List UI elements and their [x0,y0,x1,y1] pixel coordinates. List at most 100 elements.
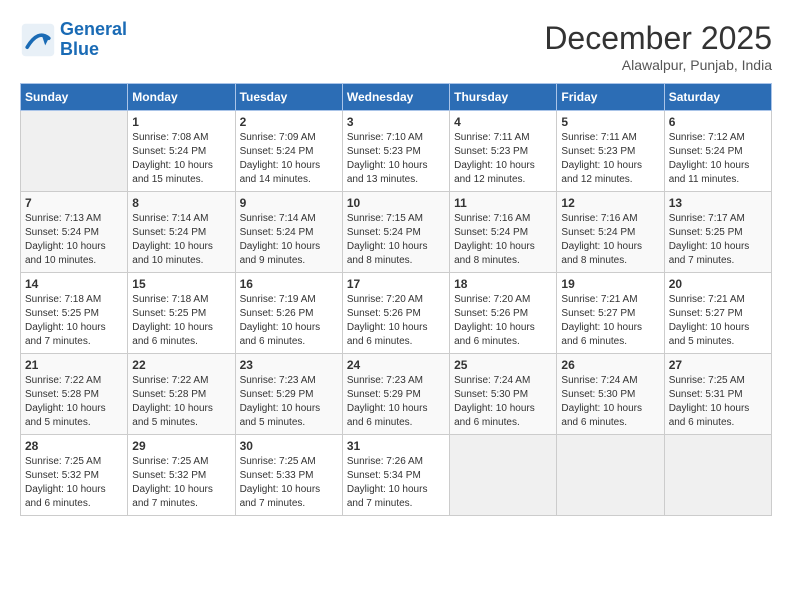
day-number: 4 [454,115,552,129]
day-number: 31 [347,439,445,453]
calendar-cell: 13Sunrise: 7:17 AM Sunset: 5:25 PM Dayli… [664,192,771,273]
calendar-cell: 14Sunrise: 7:18 AM Sunset: 5:25 PM Dayli… [21,273,128,354]
calendar-cell: 22 Sunrise: 7:22 AM Sunset: 5:28 PM Dayli… [128,354,235,435]
calendar-week-3: 14Sunrise: 7:18 AM Sunset: 5:25 PM Dayli… [21,273,772,354]
calendar-cell: 17 Sunrise: 7:20 AM Sunset: 5:26 PM Dayli… [342,273,449,354]
day-info: Sunrise: 7:09 AM Sunset: 5:24 PM Dayligh… [240,131,338,187]
calendar-cell: 27 Sunrise: 7:25 AM Sunset: 5:31 PM Dayli… [664,354,771,435]
day-number: 22 [132,358,230,372]
calendar-cell: 20Sunrise: 7:21 AM Sunset: 5:27 PM Dayli… [664,273,771,354]
calendar-cell: 28Sunrise: 7:25 AM Sunset: 5:32 PM Dayli… [21,435,128,516]
day-info: Sunrise: 7:25 AM Sunset: 5:31 PM Dayligh… [669,374,767,430]
day-info: Sunrise: 7:12 AM Sunset: 5:24 PM Dayligh… [669,131,767,187]
day-info: Sunrise: 7:25 AM Sunset: 5:32 PM Dayligh… [132,455,230,511]
day-info: Sunrise: 7:23 AM Sunset: 5:29 PM Dayligh… [240,374,338,430]
day-number: 11 [454,196,552,210]
day-info: Sunrise: 7:16 AM Sunset: 5:24 PM Dayligh… [561,212,659,268]
calendar-week-4: 21Sunrise: 7:22 AM Sunset: 5:28 PM Dayli… [21,354,772,435]
calendar-cell: 26 Sunrise: 7:24 AM Sunset: 5:30 PM Dayli… [557,354,664,435]
day-info: Sunrise: 7:20 AM Sunset: 5:26 PM Dayligh… [347,293,445,349]
calendar-cell: 9Sunrise: 7:14 AM Sunset: 5:24 PM Daylig… [235,192,342,273]
header-monday: Monday [128,84,235,111]
day-info: Sunrise: 7:14 AM Sunset: 5:24 PM Dayligh… [132,212,230,268]
day-info: Sunrise: 7:18 AM Sunset: 5:25 PM Dayligh… [132,293,230,349]
calendar-header: Sunday Monday Tuesday Wednesday Thursday… [21,84,772,111]
day-number: 1 [132,115,230,129]
day-number: 13 [669,196,767,210]
day-number: 3 [347,115,445,129]
logo: General Blue [20,20,127,60]
logo-line2: Blue [60,39,99,59]
day-info: Sunrise: 7:10 AM Sunset: 5:23 PM Dayligh… [347,131,445,187]
header-tuesday: Tuesday [235,84,342,111]
day-number: 18 [454,277,552,291]
calendar-cell [557,435,664,516]
day-info: Sunrise: 7:24 AM Sunset: 5:30 PM Dayligh… [561,374,659,430]
logo-line1: General [60,19,127,39]
calendar-table: Sunday Monday Tuesday Wednesday Thursday… [20,83,772,516]
day-number: 26 [561,358,659,372]
day-number: 23 [240,358,338,372]
day-number: 16 [240,277,338,291]
day-info: Sunrise: 7:11 AM Sunset: 5:23 PM Dayligh… [454,131,552,187]
calendar-cell: 3 Sunrise: 7:10 AM Sunset: 5:23 PM Daylig… [342,111,449,192]
day-number: 5 [561,115,659,129]
day-number: 9 [240,196,338,210]
day-info: Sunrise: 7:19 AM Sunset: 5:26 PM Dayligh… [240,293,338,349]
day-info: Sunrise: 7:22 AM Sunset: 5:28 PM Dayligh… [25,374,123,430]
day-number: 7 [25,196,123,210]
calendar-cell: 1Sunrise: 7:08 AM Sunset: 5:24 PM Daylig… [128,111,235,192]
day-number: 25 [454,358,552,372]
header-sunday: Sunday [21,84,128,111]
day-info: Sunrise: 7:15 AM Sunset: 5:24 PM Dayligh… [347,212,445,268]
day-number: 8 [132,196,230,210]
page-header: General Blue December 2025 Alawalpur, Pu… [20,20,772,73]
day-info: Sunrise: 7:22 AM Sunset: 5:28 PM Dayligh… [132,374,230,430]
calendar-cell [664,435,771,516]
header-thursday: Thursday [450,84,557,111]
calendar-cell: 12 Sunrise: 7:16 AM Sunset: 5:24 PM Dayli… [557,192,664,273]
day-number: 27 [669,358,767,372]
day-info: Sunrise: 7:21 AM Sunset: 5:27 PM Dayligh… [669,293,767,349]
day-number: 28 [25,439,123,453]
calendar-cell: 16 Sunrise: 7:19 AM Sunset: 5:26 PM Dayli… [235,273,342,354]
calendar-cell: 6Sunrise: 7:12 AM Sunset: 5:24 PM Daylig… [664,111,771,192]
calendar-week-5: 28 Sunrise: 7:25 AM Sunset: 5:32 PM Dayli… [21,435,772,516]
calendar-cell [450,435,557,516]
title-block: December 2025 Alawalpur, Punjab, India [544,20,772,73]
day-info: Sunrise: 7:13 AM Sunset: 5:24 PM Dayligh… [25,212,123,268]
day-number: 19 [561,277,659,291]
calendar-cell: 2 Sunrise: 7:09 AM Sunset: 5:24 PM Daylig… [235,111,342,192]
location: Alawalpur, Punjab, India [544,57,772,73]
day-number: 2 [240,115,338,129]
logo-text: General Blue [60,20,127,60]
day-info: Sunrise: 7:18 AM Sunset: 5:25 PM Dayligh… [25,293,123,349]
day-info: Sunrise: 7:20 AM Sunset: 5:26 PM Dayligh… [454,293,552,349]
day-info: Sunrise: 7:16 AM Sunset: 5:24 PM Dayligh… [454,212,552,268]
calendar-cell: 10Sunrise: 7:15 AM Sunset: 5:24 PM Dayli… [342,192,449,273]
calendar-cell: 31Sunrise: 7:26 AM Sunset: 5:34 PM Dayli… [342,435,449,516]
day-info: Sunrise: 7:21 AM Sunset: 5:27 PM Dayligh… [561,293,659,349]
logo-icon [20,22,56,58]
calendar-cell: 15 Sunrise: 7:18 AM Sunset: 5:25 PM Dayli… [128,273,235,354]
day-number: 15 [132,277,230,291]
calendar-week-1: 1Sunrise: 7:08 AM Sunset: 5:24 PM Daylig… [21,111,772,192]
day-number: 17 [347,277,445,291]
calendar-cell: 7 Sunrise: 7:13 AM Sunset: 5:24 PM Daylig… [21,192,128,273]
month-year: December 2025 [544,20,772,57]
day-number: 12 [561,196,659,210]
day-info: Sunrise: 7:24 AM Sunset: 5:30 PM Dayligh… [454,374,552,430]
day-info: Sunrise: 7:11 AM Sunset: 5:23 PM Dayligh… [561,131,659,187]
calendar-body: 1Sunrise: 7:08 AM Sunset: 5:24 PM Daylig… [21,111,772,516]
header-friday: Friday [557,84,664,111]
calendar-cell: 5 Sunrise: 7:11 AM Sunset: 5:23 PM Daylig… [557,111,664,192]
calendar-cell: 30Sunrise: 7:25 AM Sunset: 5:33 PM Dayli… [235,435,342,516]
day-info: Sunrise: 7:23 AM Sunset: 5:29 PM Dayligh… [347,374,445,430]
header-saturday: Saturday [664,84,771,111]
calendar-cell [21,111,128,192]
calendar-cell: 23 Sunrise: 7:23 AM Sunset: 5:29 PM Dayli… [235,354,342,435]
day-number: 30 [240,439,338,453]
calendar-cell: 25 Sunrise: 7:24 AM Sunset: 5:30 PM Dayli… [450,354,557,435]
calendar-cell: 21Sunrise: 7:22 AM Sunset: 5:28 PM Dayli… [21,354,128,435]
day-number: 29 [132,439,230,453]
